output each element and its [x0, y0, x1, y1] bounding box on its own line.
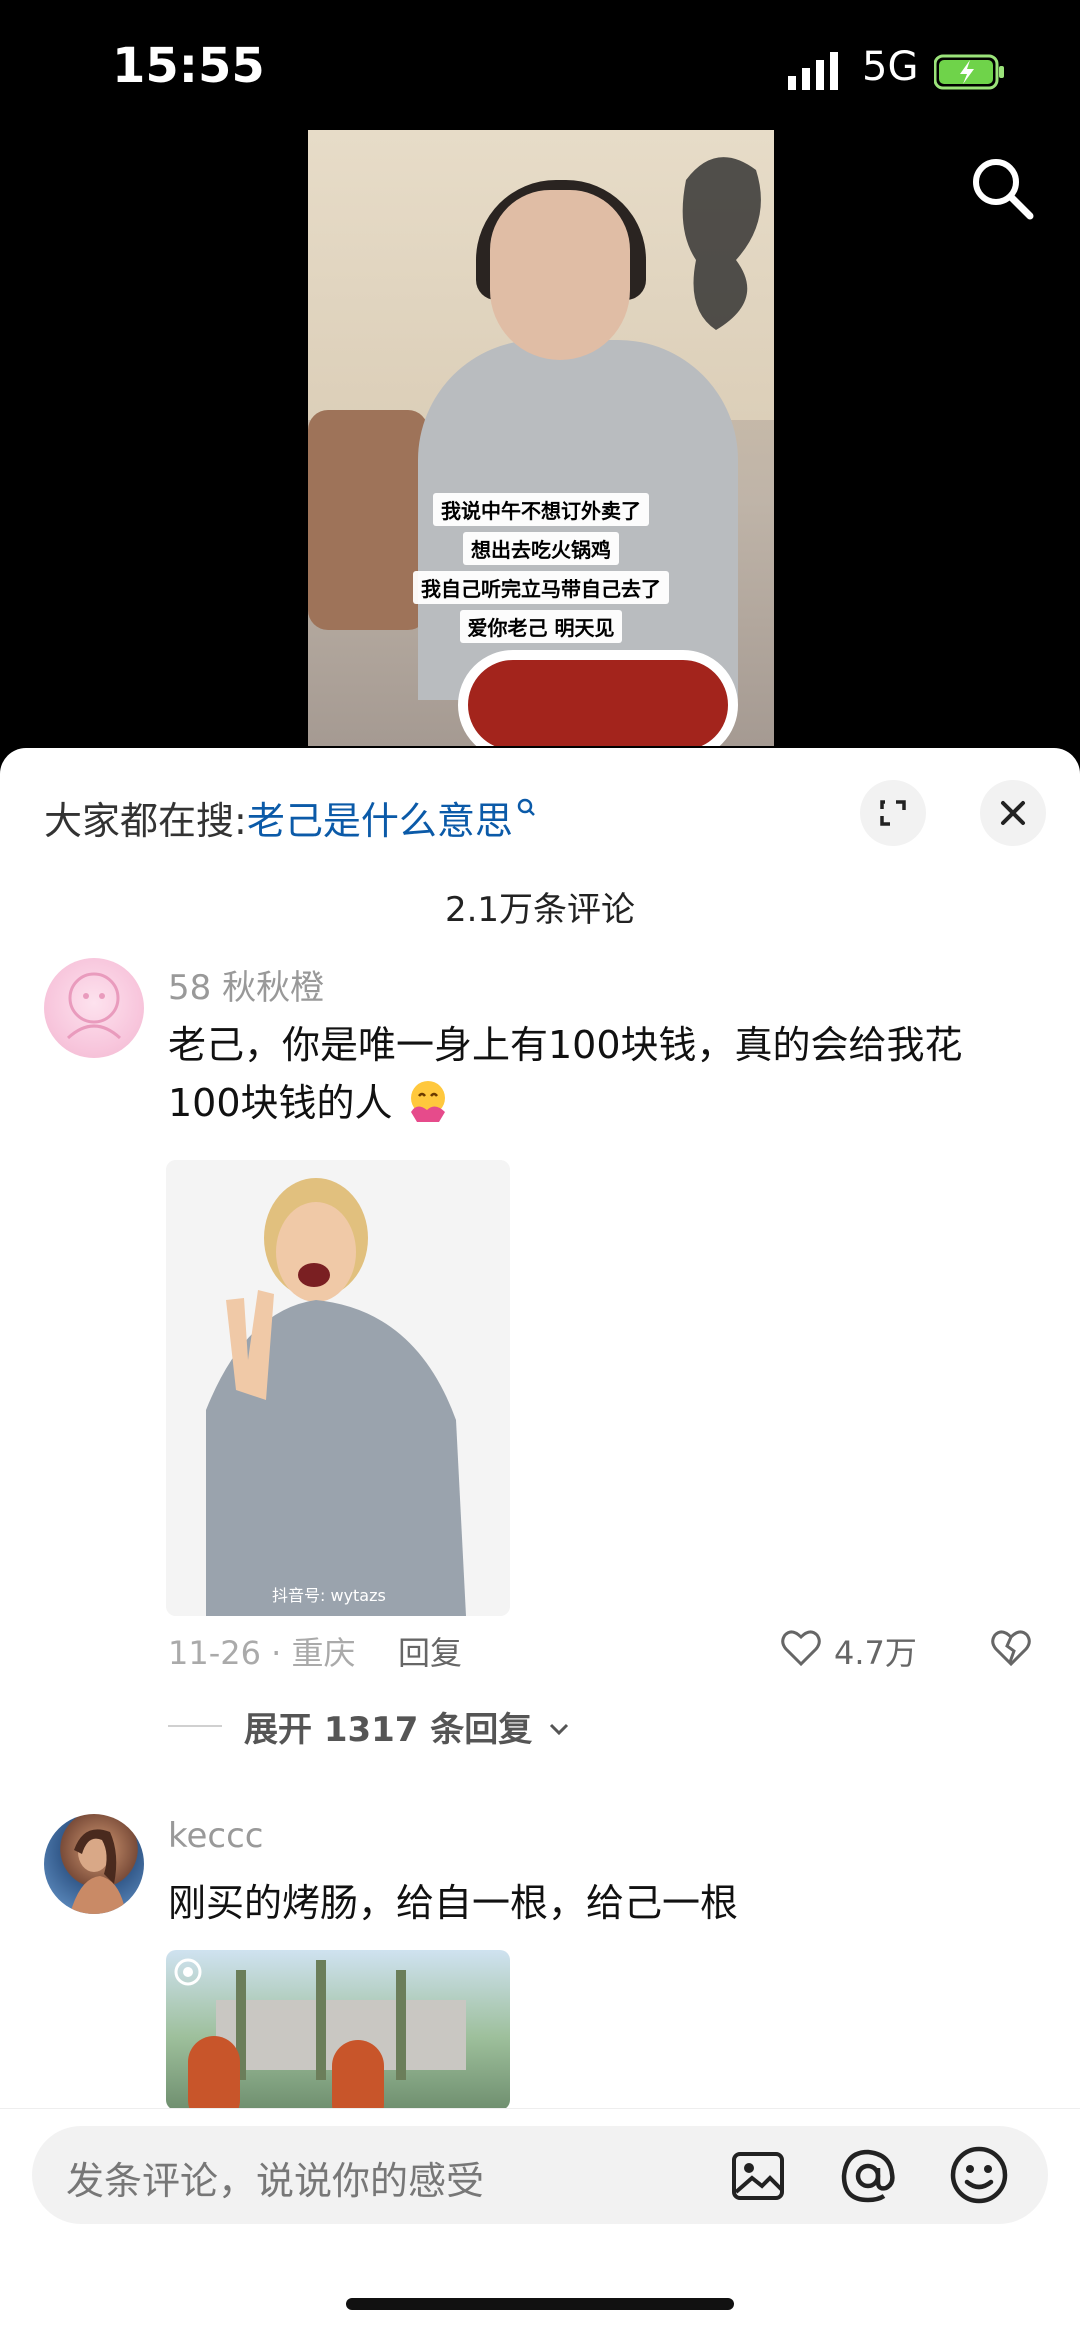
- bowl: [458, 650, 738, 746]
- avatar[interactable]: [44, 958, 144, 1058]
- comment-date-location: 11-26 · 重庆: [168, 1634, 356, 1672]
- emoji-icon[interactable]: [948, 2144, 1010, 2206]
- subtitle-line: 想出去吃火锅鸡: [463, 532, 619, 565]
- person-face: [490, 190, 630, 360]
- chevron-down-icon: [550, 1723, 569, 1736]
- cat-logo-decoration: [682, 157, 761, 330]
- at-mention-icon[interactable]: [838, 2146, 898, 2206]
- network-type: 5G: [862, 44, 919, 90]
- image-watermark: 抖音号: wytazs: [272, 1586, 386, 1605]
- photo-woman-winking: [166, 1160, 510, 1616]
- signal-icon: [788, 52, 838, 90]
- expand-replies-label: 展开 1317 条回复: [244, 1710, 533, 1750]
- cartoon-avatar-icon: [66, 972, 122, 1040]
- comment-count: 2.1万条评论: [444, 890, 636, 930]
- comment-username[interactable]: 58 秋秋橙: [168, 960, 324, 1009]
- avatar[interactable]: [44, 1814, 144, 1914]
- video-player[interactable]: 我说中午不想订外卖了 想出去吃火锅鸡 我自己听完立马带自己去了 爱你老己 明天见: [308, 130, 774, 746]
- divider: [168, 1725, 222, 1727]
- broken-heart-icon[interactable]: [988, 1624, 1034, 1670]
- subtitles: 我说中午不想订外卖了 想出去吃火锅鸡 我自己听完立马带自己去了 爱你老己 明天见: [308, 490, 774, 646]
- small-search-icon: [517, 798, 535, 816]
- like-count: 4.7万: [834, 1634, 917, 1672]
- status-time: 15:55: [112, 38, 265, 94]
- home-indicator[interactable]: [346, 2298, 734, 2310]
- expand-sheet-button[interactable]: [860, 780, 926, 846]
- expand-replies-button[interactable]: 展开 1317 条回复: [244, 1702, 570, 1751]
- comment-image[interactable]: [166, 1950, 510, 2110]
- reply-button[interactable]: 回复: [398, 1628, 462, 1674]
- subtitle-line: 爱你老己 明天见: [459, 610, 623, 643]
- image-icon[interactable]: [730, 2148, 786, 2204]
- photo-sausages: [174, 1958, 466, 2110]
- comment-input-placeholder[interactable]: 发条评论，说说你的感受: [66, 2150, 484, 2205]
- subtitle-line: 我自己听完立马带自己去了: [413, 571, 669, 604]
- portrait-avatar-icon: [70, 1829, 126, 1914]
- expand-icon: [880, 800, 906, 826]
- hugging-face-emoji-icon: [410, 1081, 445, 1122]
- heart-icon[interactable]: [778, 1624, 824, 1670]
- trending-keyword-link[interactable]: 老己是什么意思: [247, 799, 513, 843]
- comment-body: 老己，你是唯一身上有100块钱，真的会给我花100块钱的人: [168, 1023, 963, 1125]
- search-icon[interactable]: [966, 152, 1038, 224]
- comment-username[interactable]: keccc: [168, 1816, 263, 1856]
- trending-label: 大家都在搜:: [44, 799, 247, 843]
- trending-search-hint[interactable]: 大家都在搜:老己是什么意思: [44, 790, 537, 845]
- comment-sheet: [0, 748, 1080, 2337]
- close-icon: [1001, 801, 1025, 825]
- subtitle-line: 我说中午不想订外卖了: [433, 493, 649, 526]
- comment-image[interactable]: 抖音号: wytazs: [166, 1160, 510, 1616]
- comment-text: 老己，你是唯一身上有100块钱，真的会给我花100块钱的人: [168, 1016, 1028, 1132]
- battery-charging-icon: [934, 54, 1004, 90]
- comment-text: 刚买的烤肠，给自一根，给己一根: [168, 1881, 739, 1925]
- close-sheet-button[interactable]: [980, 780, 1046, 846]
